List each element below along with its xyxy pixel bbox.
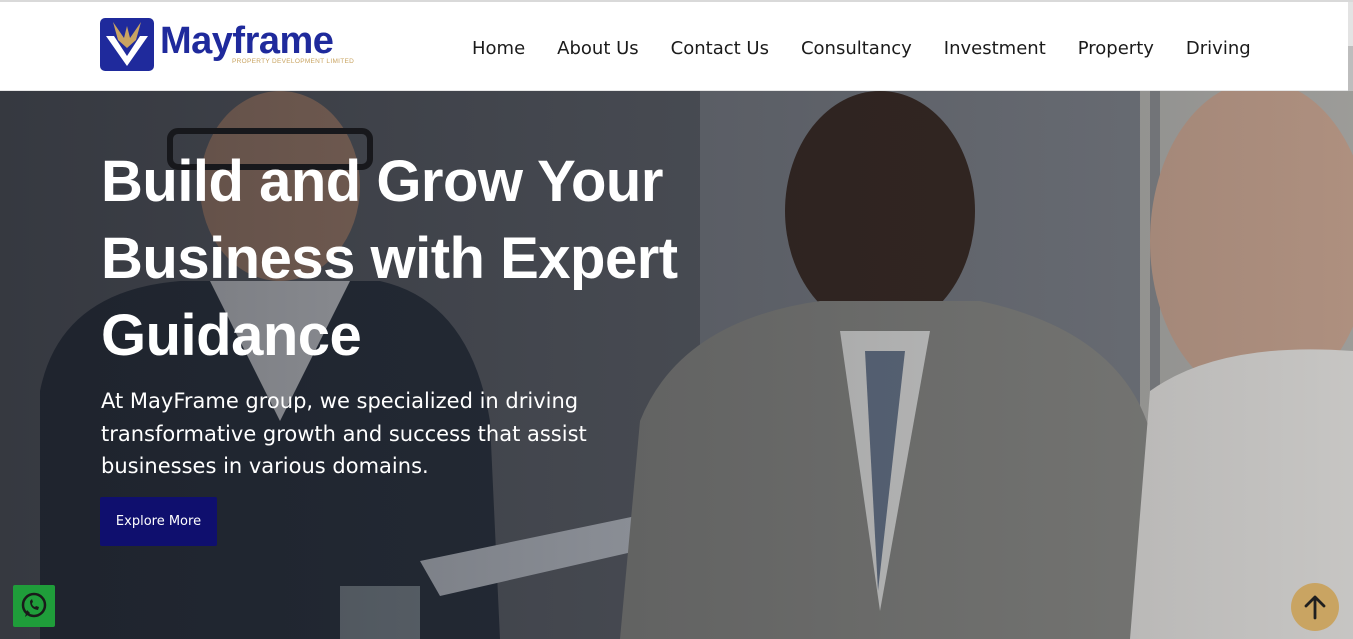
whatsapp-icon: [21, 592, 47, 618]
logo-wordmark: Mayframe: [160, 20, 334, 62]
hero-section: Build and Grow Your Business with Expert…: [0, 91, 1353, 639]
brand-logo[interactable]: Mayframe PROPERTY DEVELOPMENT LIMITED: [100, 17, 354, 73]
scroll-to-top-button[interactable]: [1291, 583, 1339, 631]
nav-contact-us[interactable]: Contact Us: [671, 35, 769, 63]
nav-driving[interactable]: Driving: [1186, 35, 1251, 63]
logo-mark-icon: [100, 18, 154, 71]
hero-title: Build and Grow Your Business with Expert…: [101, 149, 678, 368]
nav-property[interactable]: Property: [1078, 35, 1154, 63]
nav-consultancy[interactable]: Consultancy: [801, 35, 912, 63]
whatsapp-button[interactable]: [13, 585, 55, 627]
main-nav: Home About Us Contact Us Consultancy Inv…: [472, 35, 1251, 63]
site-header: Mayframe PROPERTY DEVELOPMENT LIMITED Ho…: [0, 2, 1353, 91]
nav-investment[interactable]: Investment: [944, 35, 1046, 63]
arrow-up-icon: [1304, 595, 1326, 620]
hero-description: At MayFrame group, we specialized in dri…: [101, 389, 587, 478]
nav-about-us[interactable]: About Us: [557, 35, 639, 63]
explore-more-button[interactable]: Explore More: [100, 497, 217, 546]
nav-home[interactable]: Home: [472, 35, 525, 63]
logo-tagline: PROPERTY DEVELOPMENT LIMITED: [232, 58, 355, 65]
